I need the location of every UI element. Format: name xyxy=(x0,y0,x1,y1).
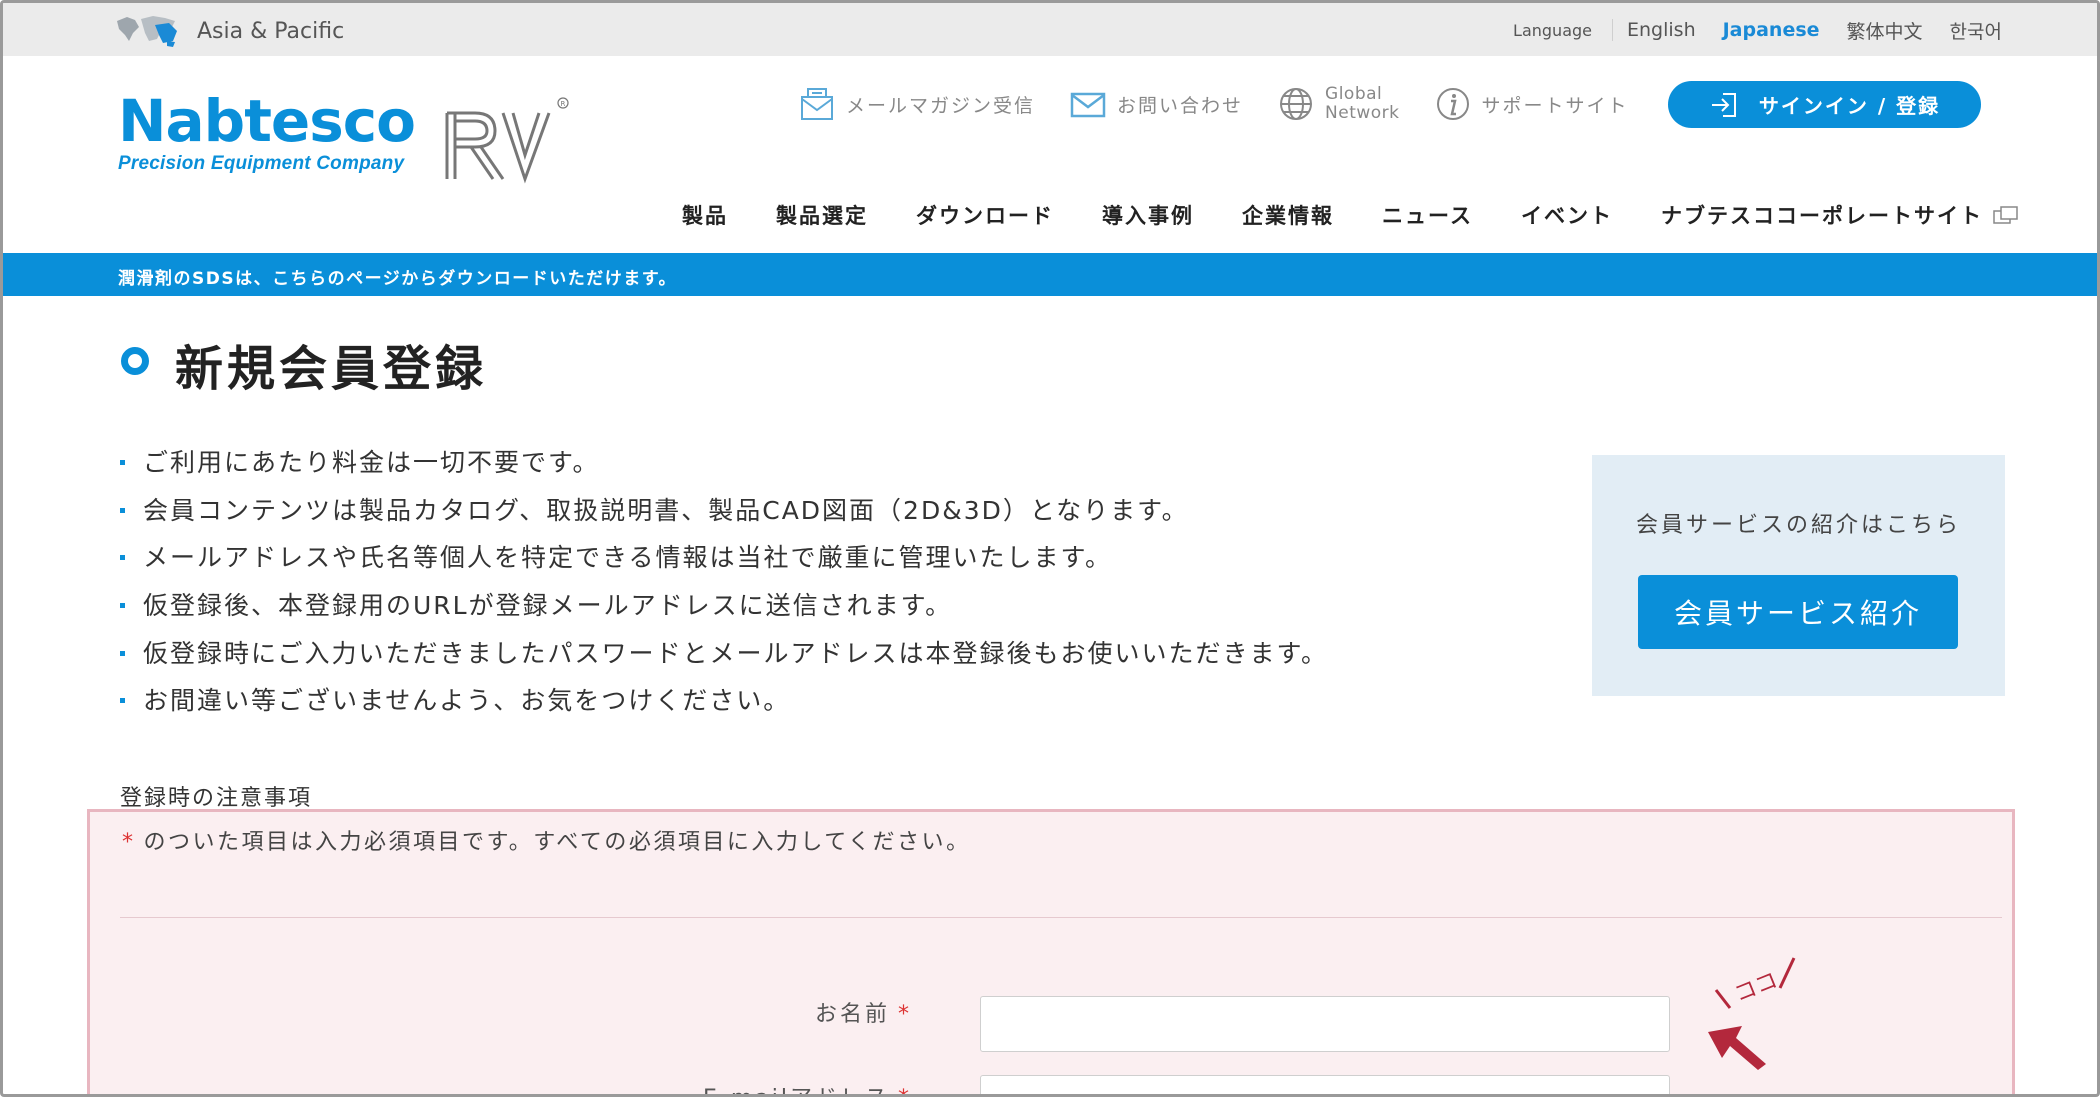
list-item: 会員コンテンツは製品カタログ、取扱説明書、製品CAD図面（2D&3D）となります… xyxy=(118,492,1328,540)
support-label: サポートサイト xyxy=(1481,94,1629,117)
svg-text:R: R xyxy=(561,100,566,108)
nav-news[interactable]: ニュース xyxy=(1382,200,1473,230)
list-item: お間違い等ございませんよう、お気をつけください。 xyxy=(118,682,1328,730)
region-label: Asia & Pacific xyxy=(197,18,345,44)
required-asterisk: * xyxy=(122,830,136,855)
required-note-text: のついた項目は入力必須項目です。すべての必須項目に入力してください。 xyxy=(143,830,971,855)
site-logo[interactable]: Nabtesco Precision Equipment Company xyxy=(118,87,416,175)
pointer-arrow-icon: ココ xyxy=(1708,957,1796,1070)
list-item: 仮登録時にご入力いただきましたパスワードとメールアドレスは本登録後もお使いいただ… xyxy=(118,635,1328,683)
signin-register-button[interactable]: サインイン / 登録 xyxy=(1668,81,1981,128)
contact-link[interactable]: お問い合わせ xyxy=(1069,85,1243,123)
nav-corporate-site[interactable]: ナブテスココーポレートサイト xyxy=(1661,200,1983,230)
nav-company-info[interactable]: 企業情報 xyxy=(1242,200,1334,230)
registration-notes-heading: 登録時の注意事項 xyxy=(120,786,313,811)
notice-bar[interactable]: 潤滑剤のSDSは、こちらのページからダウンロードいただけます。 xyxy=(3,253,2097,296)
title-circle-icon xyxy=(121,347,149,375)
global-network-link[interactable]: Global Network xyxy=(1277,85,1399,123)
name-field-label: お名前 * xyxy=(815,996,912,1028)
nav-download[interactable]: ダウンロード xyxy=(916,200,1054,230)
brand-subtitle: Precision Equipment Company xyxy=(118,153,405,174)
member-service-text: 会員サービスの紹介はこちら xyxy=(1635,513,1961,538)
signin-label: サインイン / 登録 xyxy=(1758,94,1941,118)
lang-traditional-chinese[interactable]: 繁体中文 xyxy=(1847,17,1923,44)
region-bar: Asia & Pacific Language English Japanese… xyxy=(3,3,2097,56)
email-label-text: E-mailアドレス xyxy=(703,1086,890,1094)
newsletter-label: メールマガジン受信 xyxy=(846,94,1036,117)
required-asterisk: * xyxy=(898,1002,912,1027)
rv-logo-mark: R xyxy=(445,97,569,184)
language-label: Language xyxy=(1513,20,1592,40)
nav-events[interactable]: イベント xyxy=(1521,200,1613,230)
lang-english[interactable]: English xyxy=(1627,19,1696,41)
nav-case-studies[interactable]: 導入事例 xyxy=(1102,200,1194,230)
member-service-button[interactable]: 会員サービス紹介 xyxy=(1638,575,1958,649)
newsletter-link[interactable]: メールマガジン受信 xyxy=(798,85,1035,123)
brand-name: Nabtesco xyxy=(118,87,416,155)
language-switcher: Language English Japanese 繁体中文 한국어 xyxy=(1513,15,2002,45)
region-selector[interactable]: Asia & Pacific xyxy=(113,11,344,51)
support-site-link[interactable]: サポートサイト xyxy=(1434,85,1629,123)
utility-nav: メールマガジン受信 お問い合わせ Global Network サポートサイト xyxy=(798,81,1663,127)
info-icon xyxy=(1436,88,1469,120)
contact-label: お問い合わせ xyxy=(1117,94,1244,117)
login-arrow-icon xyxy=(1711,92,1736,117)
list-item: 仮登録後、本登録用のURLが登録メールアドレスに送信されます。 xyxy=(118,587,1328,635)
list-item: ご利用にあたり料金は一切不要です。 xyxy=(118,444,1328,492)
globe-icon xyxy=(1280,88,1313,120)
required-fields-note: * のついた項目は入力必須項目です。すべての必須項目に入力してください。 xyxy=(122,824,971,856)
page-title: 新規会員登録 xyxy=(175,341,488,397)
notice-text: 潤滑剤のSDSは、こちらのページからダウンロードいただけます。 xyxy=(118,269,678,289)
lang-korean[interactable]: 한국어 xyxy=(1950,17,2002,44)
language-divider xyxy=(1612,19,1613,41)
required-asterisk: * xyxy=(898,1086,912,1094)
browser-frame: Asia & Pacific Language English Japanese… xyxy=(0,0,2100,1097)
name-input[interactable] xyxy=(980,996,1670,1052)
global-line2: Network xyxy=(1325,103,1400,123)
lang-japanese[interactable]: Japanese xyxy=(1723,19,1820,41)
nav-product-selection[interactable]: 製品選定 xyxy=(776,200,868,230)
envelope-icon xyxy=(1070,92,1106,118)
email-input[interactable] xyxy=(980,1075,1670,1094)
newsletter-mail-icon xyxy=(801,88,833,120)
global-line1: Global xyxy=(1325,84,1383,104)
external-link-icon xyxy=(1993,206,2018,224)
main-nav: 製品 製品選定 ダウンロード 導入事例 企業情報 ニュース イベント ナブテスコ… xyxy=(634,197,2019,233)
info-list: ご利用にあたり料金は一切不要です。 会員コンテンツは製品カタログ、取扱説明書、製… xyxy=(118,444,1328,730)
name-label-text: お名前 xyxy=(814,1002,890,1027)
form-divider xyxy=(120,917,2002,918)
registration-form: * のついた項目は入力必須項目です。すべての必須項目に入力してください。 お名前 *… xyxy=(87,809,2015,1094)
email-field-label: E-mailアドレス * xyxy=(703,1080,912,1094)
world-map-icon xyxy=(117,16,177,47)
list-item: メールアドレスや氏名等個人を特定できる情報は当社で厳重に管理いたします。 xyxy=(118,539,1328,587)
global-network-label: Global Network xyxy=(1325,85,1399,123)
pointer-text: ココ xyxy=(1731,968,1781,1008)
member-service-box: 会員サービスの紹介はこちら 会員サービス紹介 xyxy=(1592,455,2005,696)
nav-products[interactable]: 製品 xyxy=(682,200,728,230)
